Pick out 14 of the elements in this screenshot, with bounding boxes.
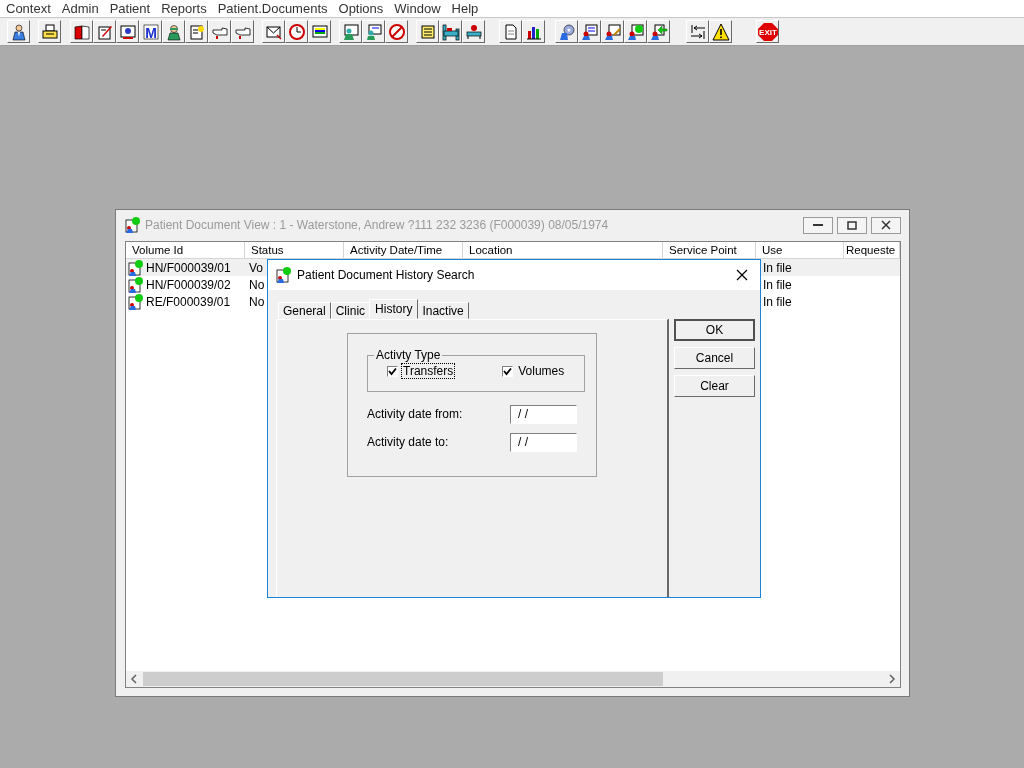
table-cell: In file [763,260,792,275]
field-label: Activity date from: [367,407,463,421]
table-cell: No [249,277,265,292]
table-cell: In file [763,277,792,292]
table-cell: HN/F000039/01 [146,260,231,275]
table-cell: Vo [249,260,263,275]
table-cell: RE/F000039/01 [146,294,231,309]
window-title: Patient Document View : 1 - Waterstone, Andrew ?111 232 3236 (F000039) 08/05/1974 [145,218,610,232]
field-label: Activity date to: [367,435,449,449]
table-cell: HN/F000039/02 [146,277,231,292]
table-cell: No [249,294,265,309]
table-cell: In file [763,294,792,309]
dialog-title: Patient Document History Search [297,268,476,282]
group-label: Activty Type [375,348,442,362]
